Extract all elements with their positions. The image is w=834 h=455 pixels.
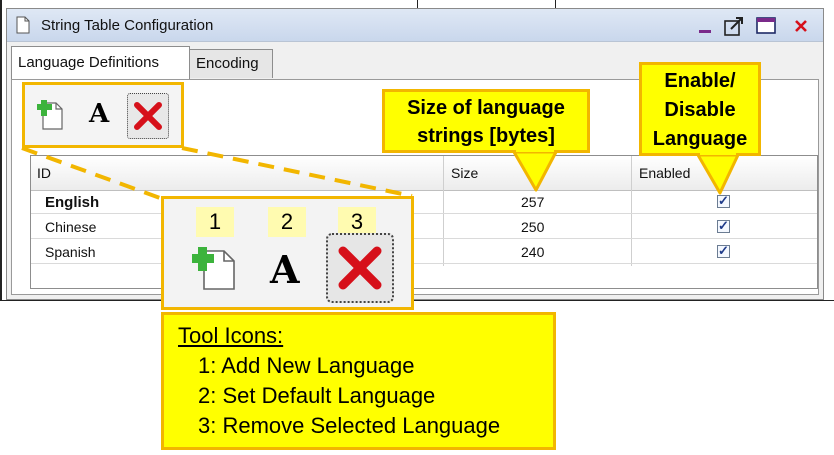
legend-item: 2: Set Default Language (198, 383, 436, 408)
size-callout: Size of language strings [bytes] (382, 89, 590, 153)
toolbar-callout: A (22, 82, 184, 148)
add-language-icon[interactable] (192, 245, 242, 291)
enable-callout-pointer (696, 153, 740, 195)
size-callout-line: strings [bytes] (417, 125, 555, 147)
enable-callout-line: Disable (664, 99, 736, 121)
legend-item: 1: Add New Language (198, 353, 415, 378)
enable-callout-line: Language (652, 128, 748, 150)
remove-language-button[interactable] (326, 233, 394, 303)
number-label: 2 (268, 207, 306, 237)
number-label: 1 (196, 207, 234, 237)
size-callout-pointer (512, 150, 558, 192)
remove-language-icon (338, 246, 382, 290)
size-callout-line: Size of language (407, 97, 565, 119)
enable-callout-line: Enable/ (664, 70, 736, 92)
font-a-icon[interactable]: A (270, 247, 299, 292)
remove-language-icon (134, 102, 162, 130)
zoomed-toolbar: 1 2 3 A (161, 196, 414, 310)
legend-item: 3: Remove Selected Language (198, 413, 501, 438)
tool-icons-legend: Tool Icons: 1: Add New Language 2: Set D… (161, 312, 556, 450)
add-language-icon[interactable] (37, 99, 65, 131)
remove-language-button[interactable] (127, 93, 169, 139)
font-a-icon[interactable]: A (89, 99, 109, 129)
legend-heading: Tool Icons: (178, 323, 284, 348)
enable-callout: Enable/ Disable Language (639, 62, 761, 156)
